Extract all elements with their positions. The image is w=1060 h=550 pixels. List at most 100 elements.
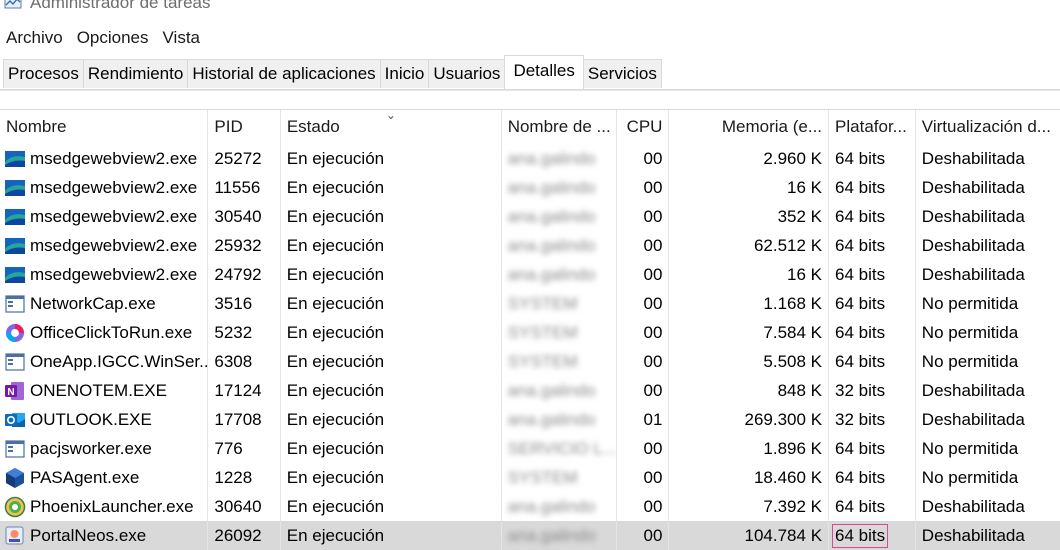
table-row[interactable]: PortalNeos.exe 26092 En ejecución ana.galin… [0, 521, 1060, 550]
cell-pid: 776 [208, 434, 281, 463]
cell-state: En ejecución [281, 173, 502, 202]
cell-platform: 64 bits [829, 144, 916, 173]
tab-usuarios[interactable]: Usuarios [428, 59, 506, 88]
cell-user: ana.galindo [502, 405, 618, 434]
cell-cpu: 00 [617, 434, 670, 463]
user-name-redacted: ana.galindo [507, 381, 596, 400]
cell-virtualization: No permitida [921, 294, 1019, 313]
tab-procesos[interactable]: Procesos [3, 59, 84, 88]
cell-user: SERVICIO L... [502, 434, 618, 463]
table-row[interactable]: NetworkCap.exe 3516 En ejecución SYSTEM 00 1.… [0, 289, 1060, 318]
cell-platform: 64 bits [829, 434, 916, 463]
user-name-redacted: SYSTEM [507, 468, 578, 487]
cell-pid: 5232 [208, 318, 281, 347]
cell-state: En ejecución [281, 347, 502, 376]
cell-virtualization: No permitida [921, 352, 1019, 371]
column-header-cpu[interactable]: CPU [617, 110, 670, 144]
table-header: Nombre PID Estado ⌄ Nombre de ... CPU Me… [0, 110, 1060, 144]
msedgewebview-icon [4, 148, 26, 170]
sort-desc-icon: ⌄ [385, 110, 396, 122]
cell-pid: 25272 [208, 144, 281, 173]
column-header-user[interactable]: Nombre de ... [502, 110, 618, 144]
cell-state: En ejecución [281, 318, 502, 347]
cell-process-name: OfficeClickToRun.exe [0, 318, 209, 347]
process-name-label: OneApp.IGCC.WinSer... [30, 352, 209, 371]
cell-state: En ejecución [281, 492, 502, 521]
window-title: Administrador de tareas [30, 0, 211, 12]
cell-memory: 104.784 K [669, 521, 830, 550]
table-row[interactable]: PhoenixLauncher.exe 30640 En ejecución ana.… [0, 492, 1060, 521]
tab-rendimiento[interactable]: Rendimiento [82, 59, 189, 88]
cell-virtualization: Deshabilitada [921, 207, 1025, 226]
cell-user: ana.galindo [502, 202, 618, 231]
column-header-state[interactable]: Estado ⌄ [281, 110, 502, 144]
process-name-label: msedgewebview2.exe [30, 265, 198, 284]
cell-user: ana.galindo [502, 492, 618, 521]
process-name-label: msedgewebview2.exe [30, 149, 198, 168]
column-header-pid[interactable]: PID [208, 110, 281, 144]
column-header-name[interactable]: Nombre [0, 110, 209, 144]
cell-cpu: 00 [617, 144, 670, 173]
tab-historial[interactable]: Historial de aplicaciones [187, 59, 381, 88]
process-name-label: OUTLOOK.EXE [30, 410, 152, 429]
user-name-redacted: ana.galindo [507, 178, 596, 197]
tab-servicios[interactable]: Servicios [582, 59, 662, 88]
cell-pid: 25932 [208, 231, 281, 260]
menu-opciones[interactable]: Opciones [70, 28, 156, 48]
window-app-icon [4, 351, 26, 373]
table-row[interactable]: N ONENOTEM.EXE 17124 En ejecución ana.galind… [0, 376, 1060, 405]
pasagent-icon [4, 467, 26, 489]
table-row[interactable]: OneApp.IGCC.WinSer... 6308 En ejecución SYS… [0, 347, 1060, 376]
table-row[interactable]: pacjsworker.exe 776 En ejecución SERVICIO L… [0, 434, 1060, 463]
platform-label: 64 bits [835, 178, 886, 197]
cell-pid: 17708 [208, 405, 281, 434]
cell-state: En ejecución [281, 144, 502, 173]
cell-platform: 64 bits [829, 260, 916, 289]
cell-platform: 32 bits [829, 405, 916, 434]
table-row[interactable]: PASAgent.exe 1228 En ejecución SYSTEM 00 18.4… [0, 463, 1060, 492]
process-name-label: ONENOTEM.EXE [30, 381, 167, 400]
column-header-state-label: Estado [286, 117, 340, 136]
cell-process-name: msedgewebview2.exe [0, 173, 209, 202]
cell-process-name: msedgewebview2.exe [0, 231, 209, 260]
msedgewebview-icon [4, 177, 26, 199]
table-row[interactable]: msedgewebview2.exe 30540 En ejecución ana.g… [0, 202, 1060, 231]
table-row[interactable]: OfficeClickToRun.exe 5232 En ejecución SYST… [0, 318, 1060, 347]
menu-vista[interactable]: Vista [156, 28, 208, 48]
process-name-label: PhoenixLauncher.exe [30, 497, 194, 516]
cell-process-name: PASAgent.exe [0, 463, 209, 492]
cell-pid: 26092 [208, 521, 281, 550]
column-header-memory[interactable]: Memoria (e... [669, 110, 830, 144]
tab-detalles[interactable]: Detalles [504, 55, 584, 89]
window-app-icon [4, 438, 26, 460]
cell-virtualization: Deshabilitada [921, 149, 1025, 168]
table-row[interactable]: msedgewebview2.exe 24792 En ejecución ana.g… [0, 260, 1060, 289]
user-name-redacted: ana.galindo [507, 526, 596, 545]
menu-archivo[interactable]: Archivo [0, 28, 70, 48]
phoenix-icon [4, 496, 26, 518]
table-row[interactable]: OUTLOOK.EXE 17708 En ejecución ana.galindo 0… [0, 405, 1060, 434]
column-header-platform[interactable]: Platafor... [829, 110, 916, 144]
cell-memory: 62.512 K [669, 231, 830, 260]
cell-pid: 30640 [208, 492, 281, 521]
table-body: msedgewebview2.exe 25272 En ejecución ana.g… [0, 144, 1060, 550]
user-name-redacted: ana.galindo [507, 265, 596, 284]
column-header-virtualization[interactable]: Virtualización d... [916, 110, 1060, 144]
cell-platform: 64 bits [829, 231, 916, 260]
cell-memory: 7.584 K [669, 318, 830, 347]
user-name-redacted: SERVICIO L... [507, 439, 617, 458]
cell-process-name: N ONENOTEM.EXE [0, 376, 209, 405]
cell-virtualization: Deshabilitada [921, 178, 1025, 197]
tab-inicio[interactable]: Inicio [379, 59, 430, 88]
cell-state: En ejecución [281, 463, 502, 492]
table-row[interactable]: msedgewebview2.exe 11556 En ejecución ana.g… [0, 173, 1060, 202]
table-row[interactable]: msedgewebview2.exe 25272 En ejecución ana.g… [0, 144, 1060, 173]
cell-memory: 1.168 K [669, 289, 830, 318]
table-row[interactable]: msedgewebview2.exe 25932 En ejecución ana.g… [0, 231, 1060, 260]
process-name-label: msedgewebview2.exe [30, 207, 198, 226]
cell-memory: 352 K [669, 202, 830, 231]
cell-process-name: msedgewebview2.exe [0, 144, 209, 173]
cell-pid: 11556 [208, 173, 281, 202]
cell-cpu: 00 [617, 521, 670, 550]
cell-platform: 64 bits [829, 463, 916, 492]
